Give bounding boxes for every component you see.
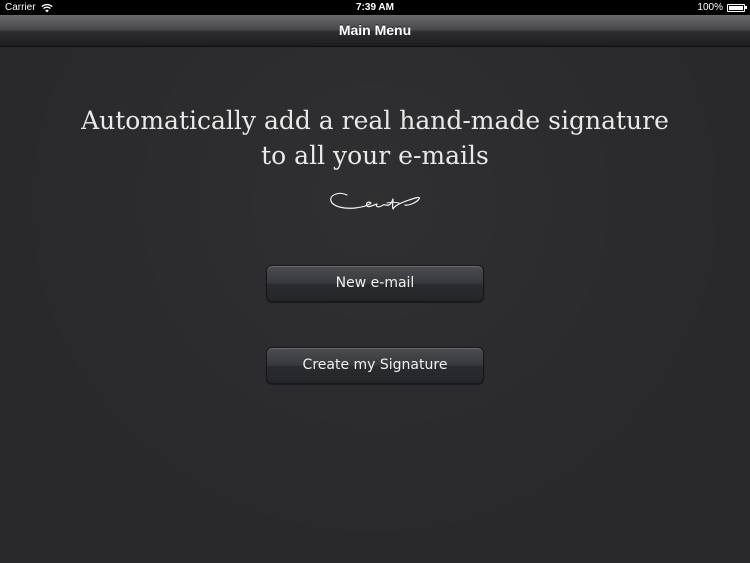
battery-icon xyxy=(727,3,747,12)
status-time: 7:39 AM xyxy=(356,2,394,13)
headline-line-2: to all your e-mails xyxy=(261,141,489,170)
nav-bar: Main Menu xyxy=(0,15,750,47)
signature-icon xyxy=(330,192,420,210)
headline: Automatically add a real hand-made signa… xyxy=(50,103,700,173)
main-content: Automatically add a real hand-made signa… xyxy=(0,47,750,563)
battery-percent: 100% xyxy=(697,2,723,13)
create-signature-button[interactable]: Create my Signature xyxy=(266,347,484,384)
headline-line-1: Automatically add a real hand-made signa… xyxy=(81,106,669,135)
status-right: 100% xyxy=(697,0,747,15)
new-email-button[interactable]: New e-mail xyxy=(266,265,484,302)
nav-title: Main Menu xyxy=(338,22,412,38)
battery-fill xyxy=(729,5,743,10)
status-bar: Carrier 7:39 AM 100% xyxy=(0,0,750,15)
